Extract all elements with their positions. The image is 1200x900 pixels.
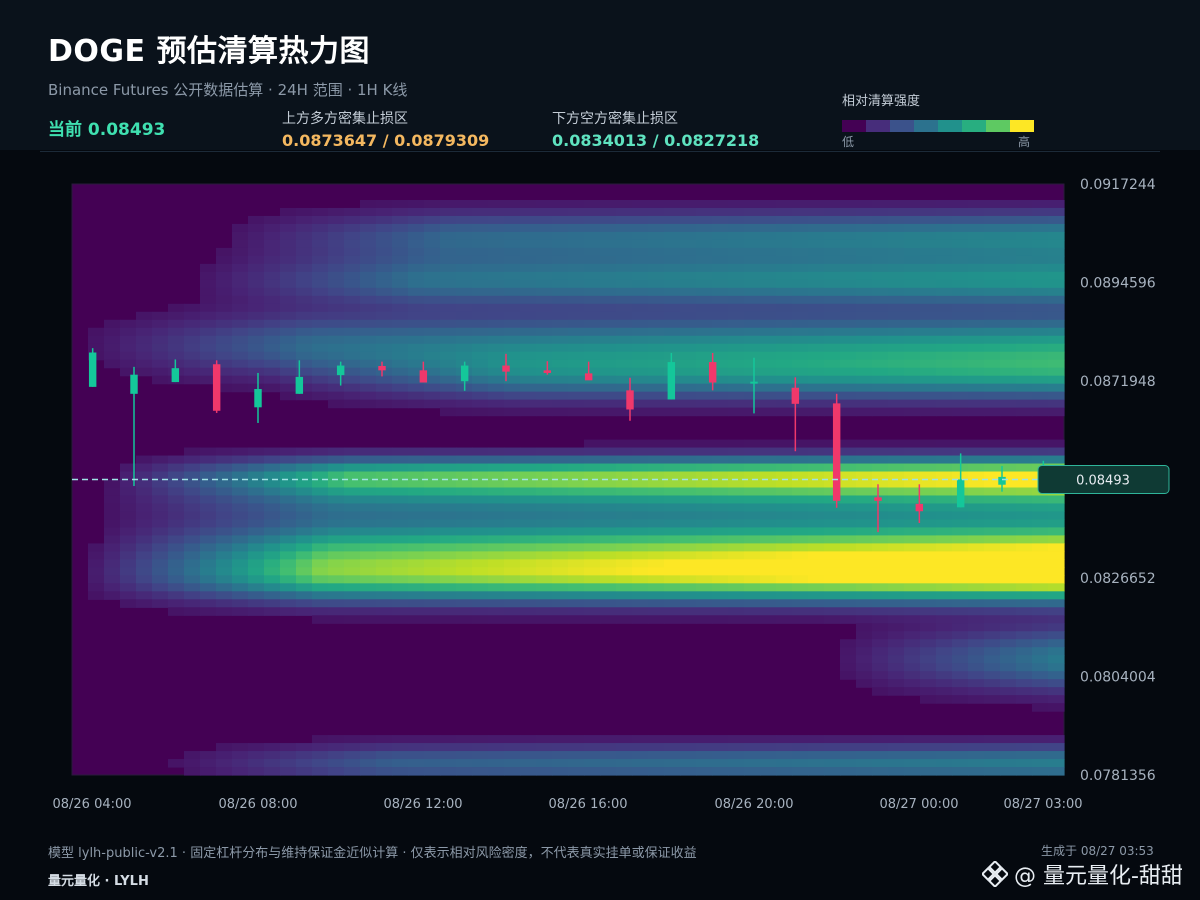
candle-body xyxy=(956,479,965,508)
x-tick-label: 08/27 00:00 xyxy=(879,797,958,812)
candle-body xyxy=(419,370,428,383)
candle-body xyxy=(295,376,304,394)
brand-label: 量元量化 · LYLH xyxy=(48,874,149,889)
candle-body xyxy=(584,373,593,381)
candle-body xyxy=(791,387,800,404)
candle-body xyxy=(212,364,221,411)
y-tick-label: 0.0826652 xyxy=(1080,571,1156,587)
candle-body xyxy=(667,362,676,400)
candle-body xyxy=(543,370,552,373)
y-tick-label: 0.0781356 xyxy=(1080,768,1156,784)
y-tick-label: 0.0871948 xyxy=(1080,374,1156,390)
candle-body xyxy=(502,365,510,372)
candle-body xyxy=(254,389,262,408)
candle-body xyxy=(130,374,138,394)
x-tick-label: 08/26 12:00 xyxy=(383,797,462,812)
generated-time: 生成于 08/27 03:53 xyxy=(1041,844,1154,858)
candle-body xyxy=(88,352,97,387)
x-tick-label: 08/26 16:00 xyxy=(548,797,627,812)
candle-body xyxy=(626,390,634,410)
x-tick-label: 08/26 04:00 xyxy=(52,797,131,812)
y-tick-label: 0.0804004 xyxy=(1080,670,1156,686)
candle-body xyxy=(874,497,882,501)
candle-body xyxy=(460,365,469,382)
watermark: @ 量元量化-甜甜 xyxy=(982,858,1183,890)
candle-body xyxy=(336,365,345,376)
candle-body xyxy=(171,368,180,383)
candle-body xyxy=(915,503,924,512)
x-tick-label: 08/26 08:00 xyxy=(218,797,297,812)
candle-body xyxy=(708,362,717,383)
brand-diamond-icon xyxy=(982,861,1008,887)
y-tick-label: 0.0917244 xyxy=(1080,177,1156,193)
x-tick-label: 08/27 03:00 xyxy=(1003,797,1082,812)
watermark-text: @ 量元量化-甜甜 xyxy=(1014,864,1183,889)
candle-body xyxy=(378,365,386,371)
candle-body xyxy=(832,403,841,501)
liquidation-heatmap-chart: 0.08493 0.0917244 0.0894596 0.0871948 0.0826… xyxy=(52,177,1170,812)
x-tick-label: 08/26 20:00 xyxy=(714,797,793,812)
candle-body xyxy=(750,381,758,384)
model-note: 模型 lylh-public-v2.1 · 固定杠杆分布与维持保证金近似计算 ·… xyxy=(48,846,697,861)
current-price-tag-text: 0.08493 xyxy=(1076,474,1130,489)
y-tick-label: 0.0894596 xyxy=(1080,276,1156,292)
candle-body xyxy=(998,476,1006,485)
